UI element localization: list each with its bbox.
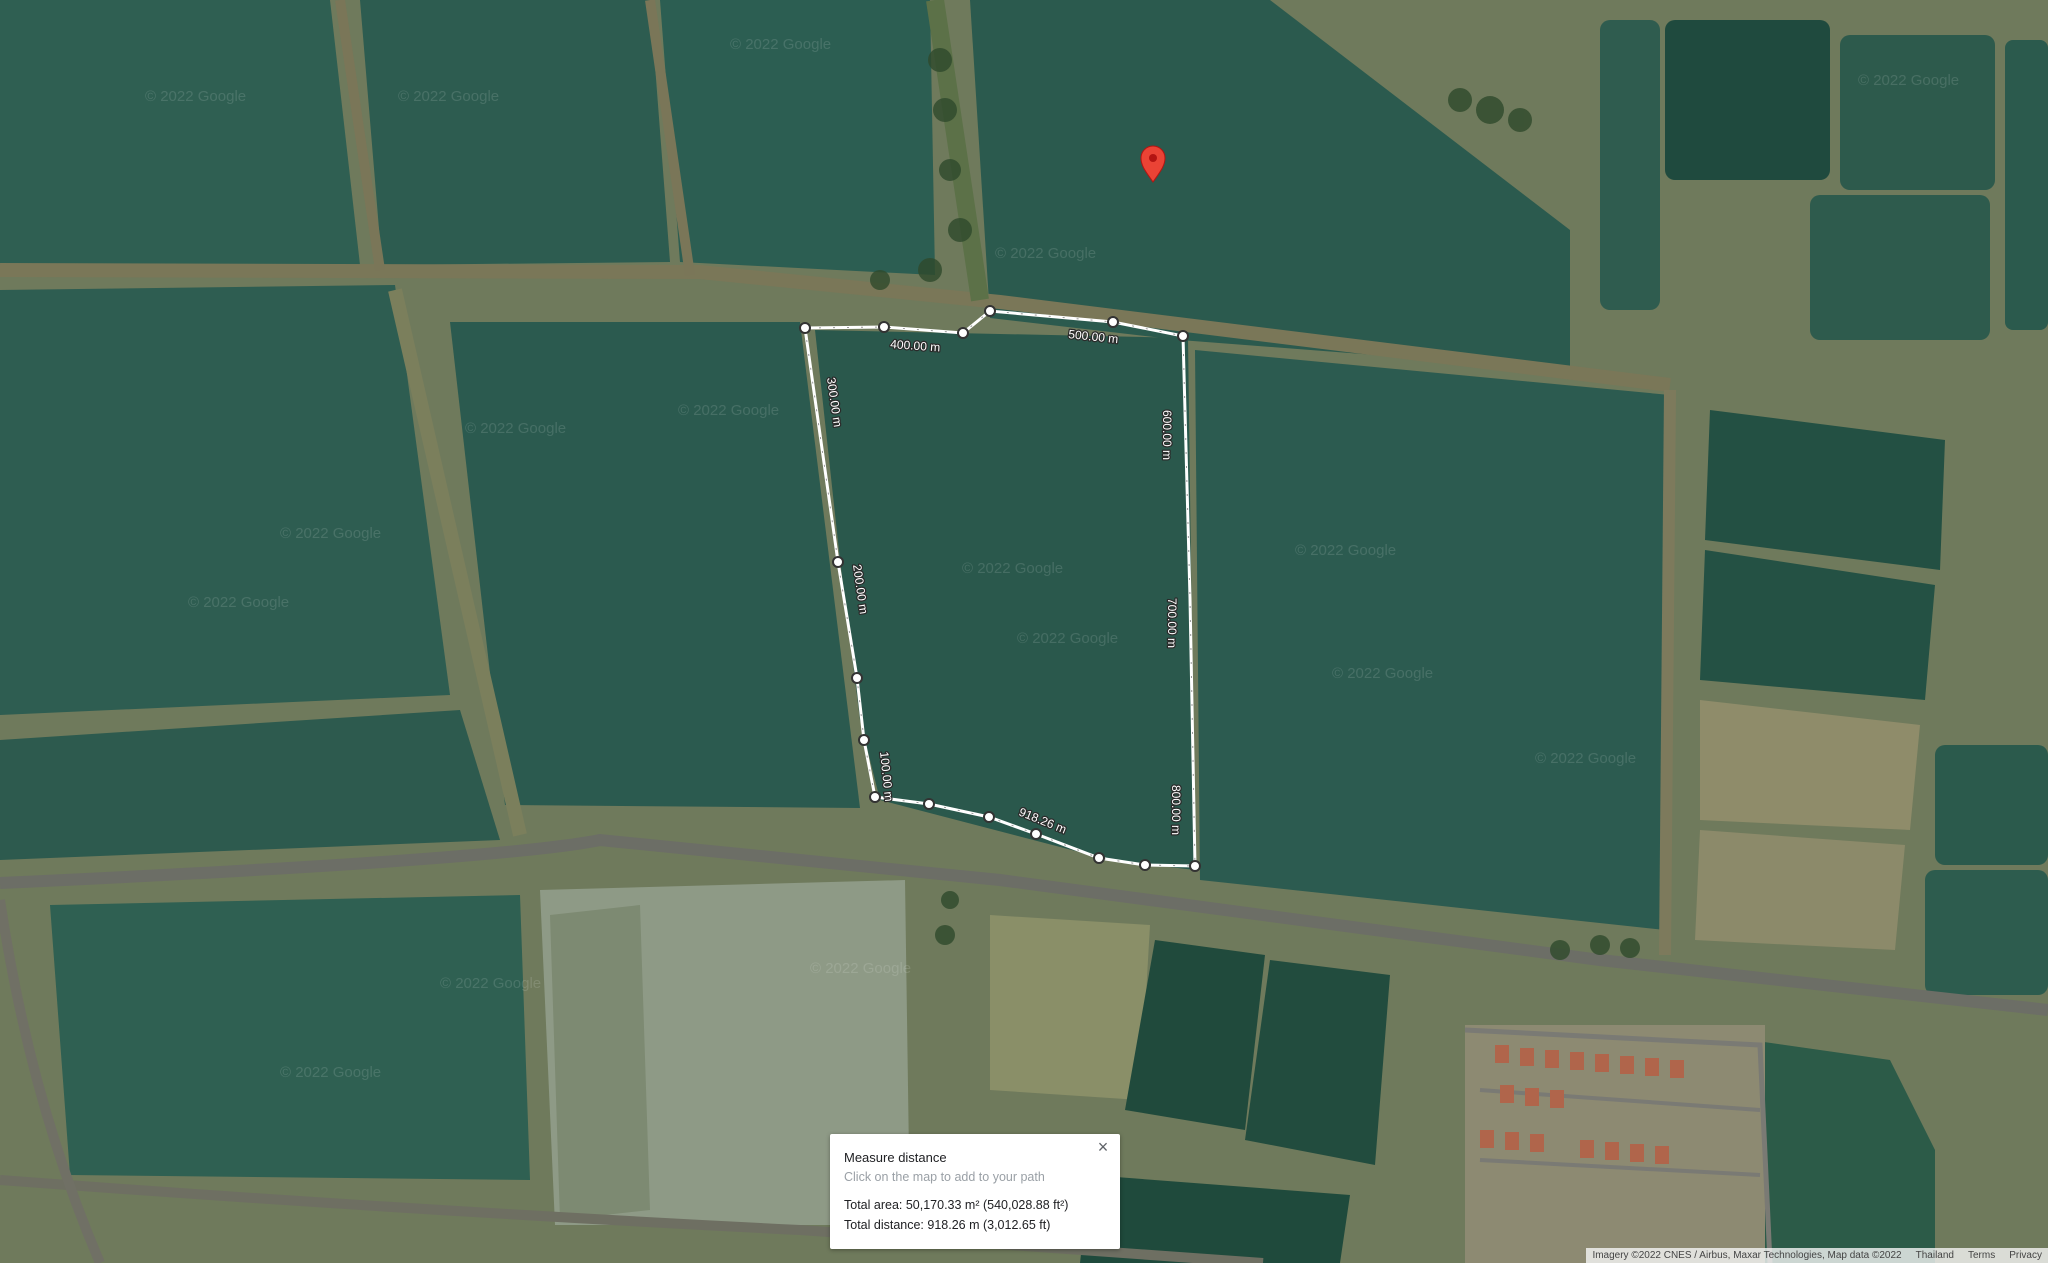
segment-label: 400.00 m — [890, 337, 941, 354]
measure-vertex[interactable] — [983, 811, 995, 823]
satellite-map[interactable]: © 2022 Google © 2022 Google © 2022 Googl… — [0, 0, 2048, 1263]
measure-vertex[interactable] — [1189, 860, 1201, 872]
measure-vertex[interactable] — [799, 322, 811, 334]
segment-label: 200.00 m — [850, 563, 871, 615]
measure-vertex[interactable] — [878, 321, 890, 333]
measure-vertex[interactable] — [1093, 852, 1105, 864]
segment-label: 700.00 m — [1165, 598, 1179, 648]
segment-label: 918.26 m — [1017, 805, 1069, 837]
measure-vertex[interactable] — [1139, 859, 1151, 871]
measure-vertex[interactable] — [869, 791, 881, 803]
measure-vertex[interactable] — [957, 327, 969, 339]
measure-overlay[interactable]: 400.00 m 500.00 m 600.00 m 700.00 m 800.… — [0, 0, 2048, 1263]
segment-label: 500.00 m — [1068, 327, 1119, 346]
measure-distance-card: Measure distance Click on the map to add… — [830, 1134, 1120, 1249]
terms-link[interactable]: Terms — [1968, 1248, 1995, 1263]
region-link[interactable]: Thailand — [1916, 1248, 1954, 1263]
imagery-attribution: Imagery ©2022 CNES / Airbus, Maxar Techn… — [1592, 1250, 1902, 1261]
total-area: Total area: 50,170.33 m² (540,028.88 ft²… — [844, 1198, 1069, 1212]
measure-card-title: Measure distance — [844, 1150, 947, 1165]
measure-vertex[interactable] — [923, 798, 935, 810]
measure-vertex[interactable] — [851, 672, 863, 684]
close-icon[interactable]: × — [1092, 1136, 1114, 1158]
total-distance: Total distance: 918.26 m (3,012.65 ft) — [844, 1218, 1051, 1232]
measure-vertex[interactable] — [858, 734, 870, 746]
privacy-link[interactable]: Privacy — [2009, 1248, 2042, 1263]
measure-vertex[interactable] — [984, 305, 996, 317]
map-attribution: Imagery ©2022 CNES / Airbus, Maxar Techn… — [1586, 1248, 2048, 1263]
measure-vertex[interactable] — [1030, 828, 1042, 840]
measure-vertex[interactable] — [1107, 316, 1119, 328]
segment-label: 800.00 m — [1169, 785, 1183, 835]
segment-label: 300.00 m — [824, 376, 845, 428]
location-pin-icon[interactable] — [1140, 145, 1166, 183]
segment-label: 600.00 m — [1160, 410, 1174, 460]
measure-card-hint: Click on the map to add to your path — [844, 1170, 1045, 1184]
measure-vertex[interactable] — [832, 556, 844, 568]
measure-vertex[interactable] — [1177, 330, 1189, 342]
